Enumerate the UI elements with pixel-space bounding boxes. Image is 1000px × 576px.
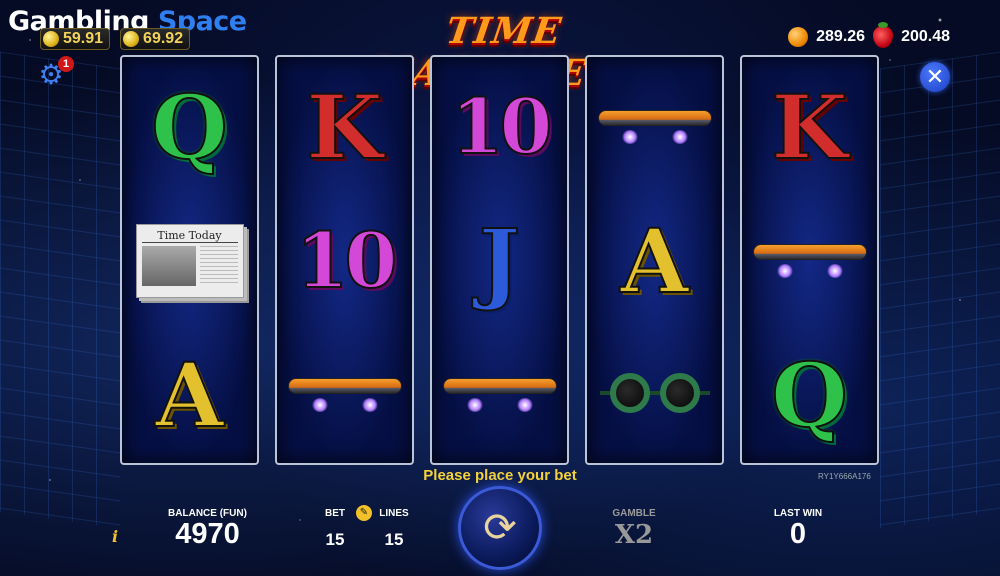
newspaper-title: Time Today — [141, 229, 238, 243]
bet-label: BET — [325, 508, 345, 519]
symbol-a: A — [154, 343, 224, 447]
jackpot-value: 69.92 — [143, 30, 184, 47]
last-win-value: 0 — [789, 518, 807, 550]
reel-cell: A — [587, 193, 722, 329]
reel-cell: Q — [122, 59, 257, 195]
info-icon[interactable]: i — [112, 527, 118, 546]
jackpot-left-1: 59.91 — [40, 28, 111, 50]
left-grid-decoration — [0, 51, 120, 529]
reel-cell — [432, 327, 567, 463]
hoverboard-symbol-icon — [286, 370, 404, 420]
reel-cell — [587, 59, 722, 195]
spin-button[interactable]: ⟳ — [458, 486, 542, 570]
hoverboard-symbol-icon — [596, 102, 714, 152]
jackpot-right-1: 289.26 — [816, 28, 865, 46]
symbol-q: Q — [770, 343, 849, 447]
jackpot-value: 59.91 — [63, 30, 104, 47]
orange-icon — [788, 27, 809, 47]
right-grid-decoration — [880, 51, 1000, 529]
jackpot-right-group: 289.26 200.48 — [788, 22, 950, 48]
symbol-k: K — [305, 75, 383, 179]
hoverboard-symbol-icon — [441, 370, 559, 420]
reel-cell — [587, 327, 722, 463]
reel-2: K 10 — [275, 55, 414, 465]
close-icon: ✕ — [925, 64, 945, 89]
jackpot-right-2: 200.48 — [901, 28, 950, 46]
close-button[interactable]: ✕ — [920, 62, 950, 92]
spin-refresh-icon: ⟳ — [483, 506, 517, 550]
strawberry-icon — [873, 22, 894, 48]
reel-cell: K — [277, 59, 412, 195]
reel-5: KQ — [740, 55, 879, 465]
symbol-a: A — [619, 209, 689, 313]
reel-cell: Q — [742, 327, 877, 463]
coin-icon — [43, 31, 59, 47]
reel-cell: Time Today — [122, 193, 257, 329]
symbol-k: K — [770, 75, 848, 179]
reel-cell: K — [742, 59, 877, 195]
reel-3: 10 J — [430, 55, 569, 465]
reel-4: A — [585, 55, 724, 465]
coin-icon — [123, 31, 140, 47]
lines-value[interactable]: 15 — [376, 530, 412, 550]
bet-value[interactable]: 15 — [318, 530, 352, 550]
symbol-j: J — [478, 209, 522, 313]
symbol-10: 10 — [295, 216, 399, 305]
newspaper-symbol-icon: Time Today — [135, 224, 244, 298]
reel-cell: 10 — [277, 193, 412, 329]
jackpot-value: 200.48 — [901, 28, 950, 45]
balance-value: 4970 — [175, 518, 240, 550]
hoverboard-symbol-icon — [751, 236, 869, 286]
gamble-label: GAMBLE — [612, 508, 656, 519]
jackpot-left-group: 59.91 69.92 — [40, 28, 191, 50]
symbol-10: 10 — [450, 82, 554, 171]
symbol-q: Q — [150, 75, 229, 179]
reel-1: Q Time Today A — [120, 55, 259, 465]
pencil-icon[interactable]: ✎ — [356, 505, 372, 521]
reel-cell: J — [432, 193, 567, 329]
gamble-button[interactable]: X2 — [604, 520, 664, 550]
reel-cell — [277, 327, 412, 463]
notification-badge: 1 — [58, 56, 74, 72]
lines-label: LINES — [379, 508, 409, 519]
serial-number: RY1Y666A176 — [818, 472, 871, 481]
goggles-symbol-icon — [599, 365, 710, 425]
reel-cell — [742, 193, 877, 329]
jackpot-left-2: 69.92 — [120, 28, 191, 50]
reel-cell: A — [122, 327, 257, 463]
reel-cell: 10 — [432, 59, 567, 195]
jackpot-value: 289.26 — [816, 28, 866, 45]
